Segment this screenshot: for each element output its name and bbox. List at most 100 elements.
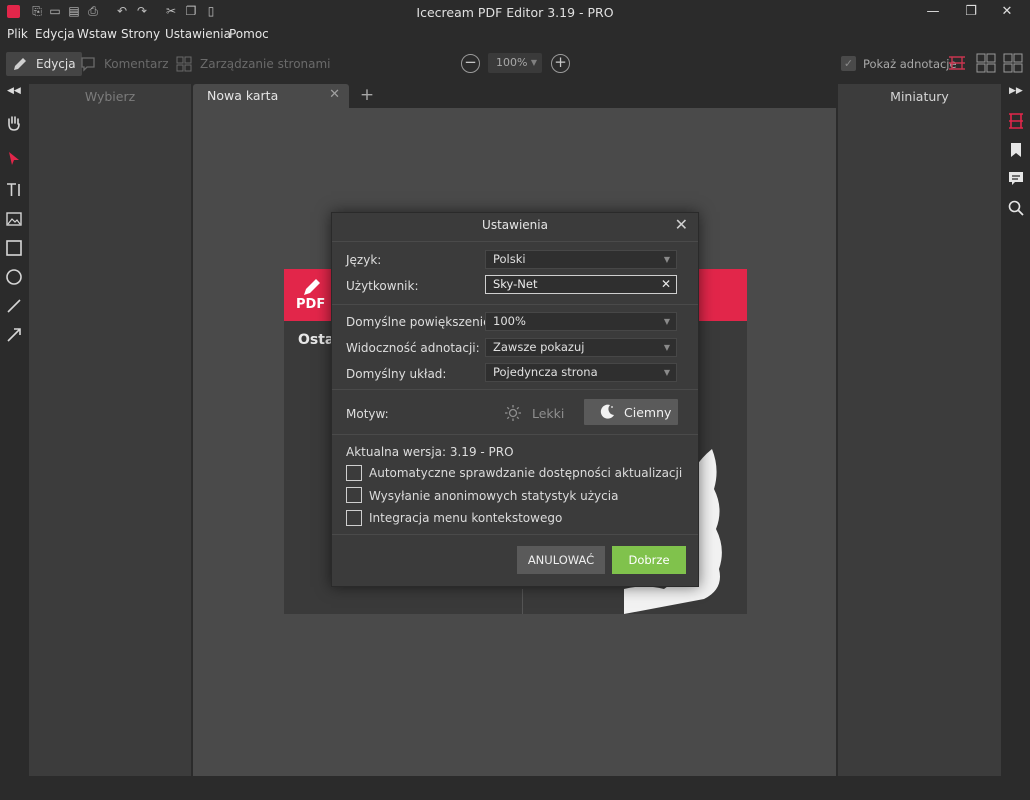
version-text: Aktualna wersja: 3.19 - PRO <box>346 445 514 459</box>
anonymous-stats-label[interactable]: Wysyłanie anonimowych statystyk użycia <box>369 489 618 503</box>
bookmark-icon[interactable] <box>1007 141 1025 159</box>
mode-comment-label: Komentarz <box>104 57 169 71</box>
user-label: Użytkownik: <box>346 279 419 293</box>
theme-light-label: Lekki <box>532 405 565 421</box>
two-page-icon[interactable] <box>976 53 996 73</box>
comment-icon <box>80 56 98 72</box>
zoom-value: 100% <box>496 56 528 69</box>
mode-pages-label: Zarządzanie stronami <box>200 57 331 71</box>
default-layout-label: Domyślny układ: <box>346 367 447 381</box>
menu-edycja[interactable]: Edycja <box>35 27 75 41</box>
pages-grid-icon <box>176 56 194 72</box>
right-panel-header: Miniatury <box>890 89 949 104</box>
dialog-divider <box>332 304 698 305</box>
menu-bar: Plik Edycja Wstaw Strony Ustawienia Pomo… <box>0 24 1030 44</box>
context-menu-label[interactable]: Integracja menu kontekstowego <box>369 511 562 525</box>
chevron-down-icon: ▼ <box>663 343 670 352</box>
left-panel: Wybierz <box>29 84 191 776</box>
collapse-right-panel-icon[interactable]: ▶▶ <box>1009 86 1023 96</box>
pdf-logo-text: PDF <box>296 297 326 312</box>
divider <box>522 589 523 614</box>
dialog-divider <box>332 434 698 435</box>
theme-label: Motyw: <box>346 407 389 421</box>
show-annotations-checkbox[interactable]: ✓ <box>841 56 856 71</box>
ok-button[interactable]: Dobrze <box>612 546 686 574</box>
left-tool-strip: ◀◀ <box>0 84 28 776</box>
default-zoom-value: 100% <box>493 314 526 328</box>
grid-view-icon[interactable] <box>1003 53 1023 73</box>
rectangle-tool-icon[interactable] <box>5 239 23 257</box>
zoom-out-button[interactable]: − <box>461 54 480 73</box>
search-icon[interactable] <box>1007 199 1025 217</box>
language-select[interactable]: Polski ▼ <box>485 250 677 269</box>
tab-bar: Nowa karta ✕ + <box>193 84 836 108</box>
ellipse-tool-icon[interactable] <box>5 268 23 286</box>
theme-dark-button[interactable]: Ciemny <box>584 399 678 425</box>
close-tab-icon[interactable]: ✕ <box>329 87 340 102</box>
left-panel-header: Wybierz <box>84 89 136 104</box>
dialog-divider <box>332 534 698 535</box>
menu-wstaw[interactable]: Wstaw <box>77 27 117 41</box>
user-input[interactable]: Sky-Net ✕ <box>485 275 677 294</box>
page-layout-icon[interactable] <box>1007 112 1025 130</box>
annotation-visibility-select[interactable]: Zawsze pokazuj ▼ <box>485 338 677 357</box>
language-value: Polski <box>493 252 526 266</box>
right-tool-strip: ▶▶ <box>1002 84 1030 776</box>
line-tool-icon[interactable] <box>5 297 23 315</box>
annotation-visibility-value: Zawsze pokazuj <box>493 340 585 354</box>
chevron-down-icon: ▼ <box>530 58 537 67</box>
menu-pomoc[interactable]: Pomoc <box>229 27 269 41</box>
chevron-down-icon: ▼ <box>663 317 670 326</box>
menu-plik[interactable]: Plik <box>7 27 28 41</box>
chevron-down-icon: ▼ <box>663 368 670 377</box>
window-title: Icecream PDF Editor 3.19 - PRO <box>416 5 614 20</box>
pdf-logo-icon: PDF <box>296 277 326 315</box>
menu-ustawienia[interactable]: Ustawienia <box>165 27 231 41</box>
status-bar <box>0 776 1030 800</box>
language-label: Język: <box>346 253 382 267</box>
select-tool-icon[interactable] <box>5 150 23 168</box>
default-zoom-select[interactable]: 100% ▼ <box>485 312 677 331</box>
mode-comment-button[interactable]: Komentarz <box>80 52 169 76</box>
context-menu-checkbox[interactable] <box>346 510 362 526</box>
annotation-visibility-label: Widoczność adnotacji: <box>346 341 480 355</box>
theme-dark-label: Ciemny <box>624 404 672 420</box>
arrow-tool-icon[interactable] <box>5 326 23 344</box>
text-tool-icon[interactable] <box>5 181 23 199</box>
comments-icon[interactable] <box>1007 170 1025 188</box>
default-zoom-label: Domyślne powiększenie: <box>346 315 495 329</box>
close-dialog-icon[interactable]: ✕ <box>675 215 688 234</box>
mode-pages-button[interactable]: Zarządzanie stronami <box>176 52 331 76</box>
menu-strony[interactable]: Strony <box>121 27 160 41</box>
zoom-in-button[interactable]: + <box>551 54 570 73</box>
close-window-button[interactable]: ✕ <box>984 0 1030 24</box>
collapse-left-panel-icon[interactable]: ◀◀ <box>7 86 21 96</box>
mode-edit-button[interactable]: Edycja <box>6 52 82 76</box>
sun-icon <box>504 404 522 422</box>
cancel-button[interactable]: ANULOWAĆ <box>517 546 605 574</box>
default-layout-select[interactable]: Pojedyncza strona ▼ <box>485 363 677 382</box>
add-tab-button[interactable]: + <box>356 85 378 107</box>
anonymous-stats-checkbox[interactable] <box>346 487 362 503</box>
auto-update-checkbox[interactable] <box>346 465 362 481</box>
dialog-title: Ustawienia <box>482 218 548 232</box>
auto-update-label[interactable]: Automatyczne sprawdzanie dostępności akt… <box>369 466 682 480</box>
theme-light-button[interactable]: Lekki <box>504 400 564 426</box>
clear-input-icon[interactable]: ✕ <box>661 276 671 293</box>
settings-dialog: Ustawienia ✕ Język: Polski ▼ Użytkownik:… <box>331 212 699 587</box>
tab-nowa-karta[interactable]: Nowa karta ✕ <box>193 84 349 108</box>
pencil-icon <box>12 56 30 72</box>
mode-edit-label: Edycja <box>36 57 76 71</box>
dialog-divider <box>332 241 698 242</box>
tab-label: Nowa karta <box>207 88 279 103</box>
right-panel: Miniatury <box>838 84 1001 776</box>
show-annotations-label[interactable]: Pokaż adnotacje <box>863 57 957 71</box>
page-fit-icon[interactable] <box>947 54 967 72</box>
zoom-select[interactable]: 100% ▼ <box>488 53 542 73</box>
default-layout-value: Pojedyncza strona <box>493 365 598 379</box>
image-tool-icon[interactable] <box>5 210 23 228</box>
chevron-down-icon: ▼ <box>663 255 670 264</box>
dialog-divider <box>332 389 698 390</box>
hand-tool-icon[interactable] <box>5 114 23 132</box>
title-bar: ⎘ ▭ ▤ ⎙ ↶ ↷ ✂ ❐ ▯ Icecream PDF Editor 3.… <box>0 0 1030 24</box>
